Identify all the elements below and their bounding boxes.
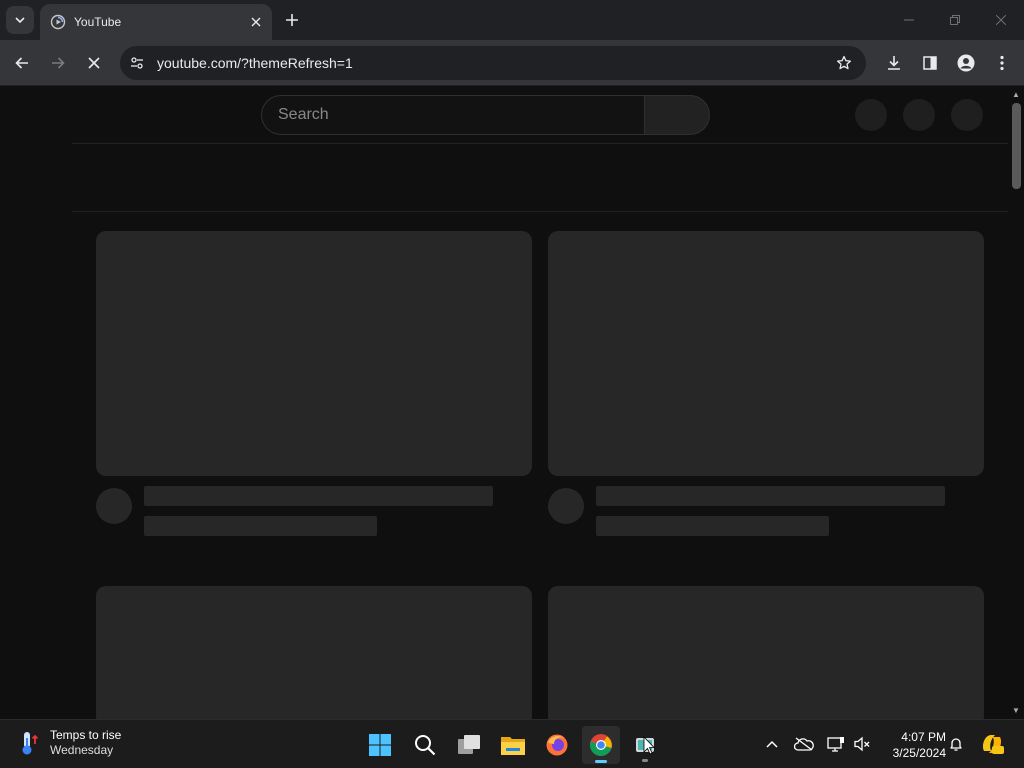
search-icon xyxy=(415,735,436,756)
volume-muted-icon xyxy=(854,736,870,752)
profile-button[interactable] xyxy=(951,48,981,78)
downloads-button[interactable] xyxy=(879,48,909,78)
firefox-button[interactable] xyxy=(538,726,576,764)
file-explorer-icon xyxy=(501,737,525,755)
chips-divider xyxy=(72,211,1008,212)
video-thumbnail-placeholder[interactable] xyxy=(96,586,532,719)
tab-title: YouTube xyxy=(74,15,122,29)
chrome-icon xyxy=(589,734,612,756)
windows-start-icon xyxy=(369,734,391,756)
title-placeholder xyxy=(144,486,493,506)
start-button[interactable] xyxy=(361,726,399,764)
page-scrollbar[interactable]: ▲ ▼ xyxy=(1008,87,1024,719)
browser-toolbar: youtube.com/?themeRefresh=1 xyxy=(0,40,1024,86)
stop-loading-icon xyxy=(88,57,100,69)
windows-taskbar: Temps to rise Wednesday 4:07 PM 3/25/202… xyxy=(0,719,1024,768)
window-close-icon xyxy=(996,15,1006,25)
channel-avatar-placeholder xyxy=(548,488,584,524)
restore-icon xyxy=(950,15,960,25)
video-thumbnail-placeholder[interactable] xyxy=(548,586,984,719)
file-explorer-button[interactable] xyxy=(494,726,532,764)
copilot-button[interactable] xyxy=(978,730,1006,758)
address-bar[interactable]: youtube.com/?themeRefresh=1 xyxy=(120,46,866,80)
channel-avatar-placeholder xyxy=(96,488,132,524)
star-icon xyxy=(836,55,852,70)
meta-placeholder xyxy=(596,516,829,536)
show-hidden-icons-button[interactable] xyxy=(760,732,784,756)
minimize-icon xyxy=(904,19,914,21)
chrome-menu-button[interactable] xyxy=(987,48,1017,78)
firefox-icon xyxy=(546,734,568,756)
search-input[interactable]: Search xyxy=(261,95,645,135)
plus-icon xyxy=(286,14,298,26)
chrome-taskbar-button[interactable] xyxy=(582,726,620,764)
task-view-button[interactable] xyxy=(450,726,488,764)
bell-icon xyxy=(950,738,962,751)
restore-button[interactable] xyxy=(932,0,978,40)
minimize-button[interactable] xyxy=(886,0,932,40)
tab-strip: YouTube xyxy=(0,0,1024,40)
weather-widget[interactable]: Temps to rise Wednesday xyxy=(14,728,121,758)
weather-title: Temps to rise xyxy=(50,728,122,742)
notifications-button[interactable] xyxy=(944,732,968,756)
scroll-up-arrow[interactable]: ▲ xyxy=(1011,90,1021,100)
header-button-placeholder[interactable] xyxy=(903,99,935,131)
running-indicator xyxy=(642,759,648,762)
cursor-app-icon xyxy=(636,736,655,755)
taskbar-search-button[interactable] xyxy=(406,726,444,764)
tab-search-button[interactable] xyxy=(6,6,34,34)
bookmark-button[interactable] xyxy=(830,49,858,77)
new-tab-button[interactable] xyxy=(280,8,304,32)
search-placeholder: Search xyxy=(278,106,329,123)
cursor-app-button[interactable] xyxy=(626,726,664,764)
site-info-button[interactable] xyxy=(123,49,151,77)
title-placeholder xyxy=(596,486,945,506)
side-panel-icon xyxy=(923,56,937,70)
youtube-page: Search xyxy=(0,87,1008,719)
site-info-icon xyxy=(131,57,143,69)
active-indicator xyxy=(595,760,607,763)
close-icon xyxy=(251,17,261,27)
video-thumbnail-placeholder[interactable] xyxy=(96,231,532,476)
network-icon xyxy=(827,737,844,752)
header-button-placeholder[interactable] xyxy=(855,99,887,131)
profile-icon xyxy=(957,54,975,72)
youtube-favicon xyxy=(50,14,66,30)
thermometer-icon xyxy=(14,728,44,758)
meta-placeholder xyxy=(144,516,377,536)
scrollbar-thumb[interactable] xyxy=(1012,103,1021,189)
download-icon xyxy=(888,56,900,70)
task-view-icon xyxy=(458,735,480,754)
menu-icon xyxy=(1000,55,1004,71)
chevron-up-icon xyxy=(766,740,778,748)
back-icon xyxy=(15,57,28,69)
screen: YouTube youtube.com/?themeRefresh=1 Sear… xyxy=(0,0,1024,768)
side-panel-button[interactable] xyxy=(915,48,945,78)
url-text: youtube.com/?themeRefresh=1 xyxy=(157,55,353,71)
tab-youtube[interactable]: YouTube xyxy=(40,4,272,40)
avatar-placeholder[interactable] xyxy=(951,99,983,131)
network-button[interactable] xyxy=(824,732,848,756)
clock-time: 4:07 PM xyxy=(901,730,946,744)
search-button[interactable] xyxy=(645,95,710,135)
header-divider xyxy=(72,143,1008,144)
onedrive-icon xyxy=(794,737,814,751)
weather-subtitle: Wednesday xyxy=(50,743,114,757)
tab-search-icon xyxy=(15,17,25,24)
onedrive-button[interactable] xyxy=(792,732,816,756)
stop-loading-button[interactable] xyxy=(79,48,109,78)
system-clock[interactable]: 4:07 PM 3/25/2024 xyxy=(880,729,946,761)
close-tab-button[interactable] xyxy=(248,14,264,30)
forward-button[interactable] xyxy=(43,48,73,78)
copilot-icon xyxy=(982,735,1004,754)
video-thumbnail-placeholder[interactable] xyxy=(548,231,984,476)
back-button[interactable] xyxy=(7,48,37,78)
clock-date: 3/25/2024 xyxy=(892,746,946,760)
window-close-button[interactable] xyxy=(978,0,1024,40)
scroll-down-arrow[interactable]: ▼ xyxy=(1011,706,1021,716)
volume-button[interactable] xyxy=(850,732,874,756)
forward-icon xyxy=(52,57,65,69)
